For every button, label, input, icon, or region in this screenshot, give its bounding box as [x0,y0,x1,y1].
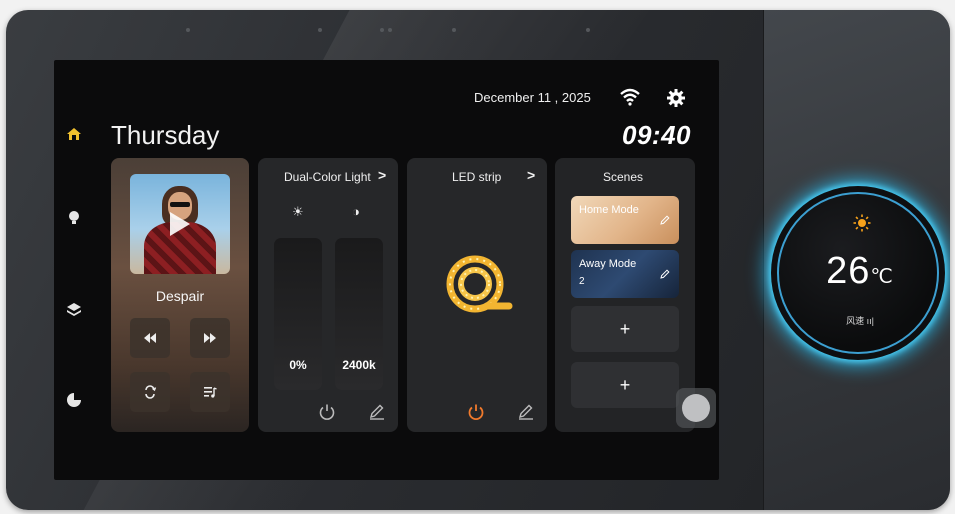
scenes-card: Scenes Home Mode Away Mode 2 + + [555,158,695,432]
brightness-value: 0% [289,358,307,372]
edit-icon[interactable] [659,268,671,280]
day-title: Thursday [111,120,220,150]
temperature-readout: 26℃ [779,250,941,293]
dual-light-arrow[interactable]: > [378,167,386,183]
led-strip-arrow[interactable]: > [527,167,535,183]
led-strip-card[interactable]: LED strip > [407,158,547,432]
sun-icon [853,214,871,232]
scene-away-mode[interactable]: Away Mode 2 [571,250,679,298]
song-title: Despair [155,288,205,304]
brightness-slider[interactable]: 0% [274,238,322,390]
playlist-button[interactable] [190,372,230,412]
sensor-dot [186,28,190,32]
nav-layers[interactable] [60,296,88,324]
pie-icon [67,393,81,407]
smart-panel-device: December 11 , 2025 Thursday 09:40 Despai… [6,10,950,510]
gear-icon[interactable] [667,89,685,107]
nav-home[interactable] [60,120,88,148]
wifi-icon[interactable] [620,88,640,106]
music-player-card[interactable]: Despair [111,158,249,432]
edit-icon[interactable] [517,403,535,421]
scene-home-mode[interactable]: Home Mode [571,196,679,244]
add-scene-button[interactable]: + [571,362,679,408]
scenes-title: Scenes [603,170,644,184]
clock: 09:40 [622,120,691,150]
nav-lights[interactable] [60,204,88,232]
date-text: December 11 , 2025 [474,90,591,105]
next-button[interactable] [190,318,230,358]
repeat-button[interactable] [130,372,170,412]
previous-button[interactable] [130,318,170,358]
led-strip-title: LED strip [452,170,502,184]
temperature-unit: ℃ [870,266,894,288]
dual-light-title: Dual-Color Light [284,170,371,184]
thermostat-knob[interactable]: 26℃ 风速 ıı| [777,192,939,354]
play-icon[interactable] [170,212,190,236]
bulb-icon [69,211,79,224]
add-scene-button[interactable]: + [571,306,679,352]
previous-icon [144,333,156,343]
home-icon [67,128,81,140]
screen: December 11 , 2025 Thursday 09:40 Despai… [54,60,719,480]
scene-label: Home Mode [579,204,639,216]
sensor-dot [380,28,384,32]
led-strip-icon [446,255,513,313]
color-temp-value: 2400k [342,358,376,372]
nav-stats[interactable] [60,386,88,414]
contrast-icon: ◑ [352,204,360,219]
scene-count: 2 [579,276,585,287]
edit-icon[interactable] [368,403,386,421]
sensor-dot [318,28,322,32]
playlist-icon [204,387,217,398]
dual-color-light-card[interactable]: Dual-Color Light > ☀ ◑ 0% 2400k [258,158,398,432]
sensor-dot [388,28,392,32]
temperature-value: 26 [826,250,871,292]
edit-icon[interactable] [659,214,671,226]
brightness-icon: ☀ [292,204,304,219]
album-person [170,202,190,207]
sensor-dot [586,28,590,32]
repeat-icon [145,385,157,399]
album-art[interactable] [130,174,230,274]
power-icon[interactable] [318,403,336,421]
layers-icon [67,303,81,316]
scene-label: Away Mode [579,258,637,270]
next-icon [204,333,216,343]
fan-speed-label: 风速 ıı| [846,316,874,326]
power-icon[interactable] [467,403,485,421]
color-temp-slider[interactable]: 2400k [335,238,383,390]
sensor-dot [452,28,456,32]
floating-assistive-button[interactable] [676,388,716,428]
